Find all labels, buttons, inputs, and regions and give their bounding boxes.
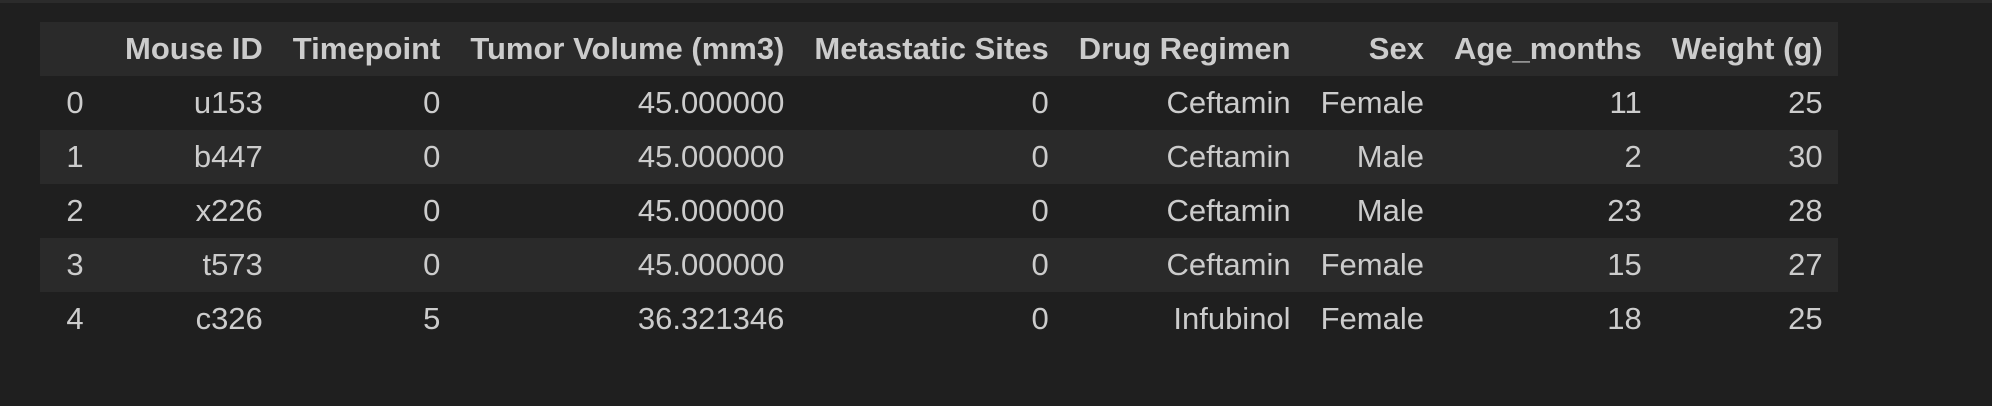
dataframe-container: Mouse ID Timepoint Tumor Volume (mm3) Me…: [40, 22, 1838, 346]
row-index: 3: [40, 238, 110, 292]
cell-mouse-id: b447: [110, 130, 278, 184]
column-header-drug-regimen: Drug Regimen: [1063, 22, 1306, 76]
column-header-sex: Sex: [1305, 22, 1439, 76]
cell-weight: 27: [1656, 238, 1838, 292]
table-row: 1 b447 0 45.000000 0 Ceftamin Male 2 30: [40, 130, 1838, 184]
cell-sex: Female: [1305, 76, 1439, 130]
table-row: 2 x226 0 45.000000 0 Ceftamin Male 23 28: [40, 184, 1838, 238]
cell-weight: 30: [1656, 130, 1838, 184]
cell-metastatic-sites: 0: [799, 76, 1064, 130]
cell-tumor-volume: 45.000000: [455, 76, 800, 130]
cell-mouse-id: x226: [110, 184, 278, 238]
cell-weight: 25: [1656, 76, 1838, 130]
table-row: 0 u153 0 45.000000 0 Ceftamin Female 11 …: [40, 76, 1838, 130]
column-header-weight: Weight (g): [1656, 22, 1838, 76]
cell-drug-regimen: Ceftamin: [1063, 184, 1306, 238]
cell-age-months: 2: [1438, 130, 1657, 184]
header-row: Mouse ID Timepoint Tumor Volume (mm3) Me…: [40, 22, 1838, 76]
cell-weight: 25: [1656, 292, 1838, 346]
cell-sex: Female: [1305, 292, 1439, 346]
cell-age-months: 15: [1438, 238, 1657, 292]
cell-tumor-volume: 45.000000: [455, 238, 800, 292]
cell-metastatic-sites: 0: [799, 238, 1064, 292]
cell-timepoint: 0: [277, 238, 456, 292]
notebook-output-area: Mouse ID Timepoint Tumor Volume (mm3) Me…: [0, 0, 1992, 406]
column-header-tumor-volume: Tumor Volume (mm3): [455, 22, 800, 76]
table-row: 3 t573 0 45.000000 0 Ceftamin Female 15 …: [40, 238, 1838, 292]
cell-age-months: 23: [1438, 184, 1657, 238]
cell-sex: Female: [1305, 238, 1439, 292]
cell-timepoint: 0: [277, 130, 456, 184]
index-header: [40, 22, 110, 76]
cell-sex: Male: [1305, 184, 1439, 238]
cell-drug-regimen: Ceftamin: [1063, 76, 1306, 130]
cell-divider: [0, 0, 1992, 3]
cell-sex: Male: [1305, 130, 1439, 184]
row-index: 4: [40, 292, 110, 346]
cell-tumor-volume: 36.321346: [455, 292, 800, 346]
cell-drug-regimen: Ceftamin: [1063, 238, 1306, 292]
column-header-mouse-id: Mouse ID: [110, 22, 278, 76]
cell-timepoint: 0: [277, 184, 456, 238]
cell-timepoint: 5: [277, 292, 456, 346]
cell-age-months: 11: [1438, 76, 1657, 130]
row-index: 1: [40, 130, 110, 184]
cell-metastatic-sites: 0: [799, 130, 1064, 184]
cell-mouse-id: c326: [110, 292, 278, 346]
row-index: 0: [40, 76, 110, 130]
column-header-timepoint: Timepoint: [277, 22, 456, 76]
cell-timepoint: 0: [277, 76, 456, 130]
cell-metastatic-sites: 0: [799, 292, 1064, 346]
dataframe-table: Mouse ID Timepoint Tumor Volume (mm3) Me…: [40, 22, 1838, 346]
row-index: 2: [40, 184, 110, 238]
cell-mouse-id: t573: [110, 238, 278, 292]
cell-age-months: 18: [1438, 292, 1657, 346]
cell-tumor-volume: 45.000000: [455, 184, 800, 238]
cell-weight: 28: [1656, 184, 1838, 238]
cell-metastatic-sites: 0: [799, 184, 1064, 238]
cell-drug-regimen: Ceftamin: [1063, 130, 1306, 184]
column-header-metastatic-sites: Metastatic Sites: [799, 22, 1064, 76]
cell-drug-regimen: Infubinol: [1063, 292, 1306, 346]
cell-mouse-id: u153: [110, 76, 278, 130]
cell-tumor-volume: 45.000000: [455, 130, 800, 184]
column-header-age-months: Age_months: [1438, 22, 1657, 76]
table-row: 4 c326 5 36.321346 0 Infubinol Female 18…: [40, 292, 1838, 346]
